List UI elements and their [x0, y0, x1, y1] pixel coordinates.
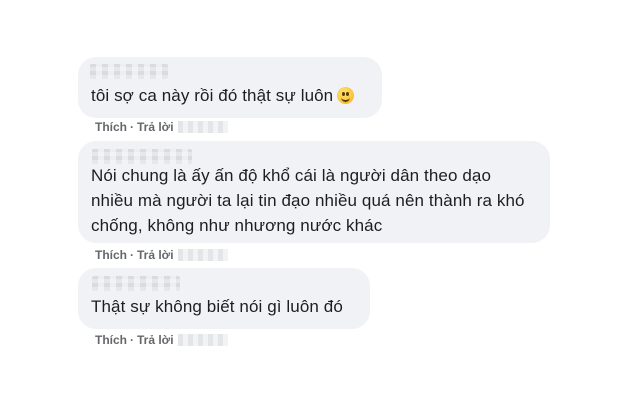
comment-actions: Thích · Trả lời [95, 333, 228, 347]
comment-actions: Thích · Trả lời [95, 120, 228, 134]
comment-thread: tôi sợ ca này rồi đó thật sự luôn Thích ·… [0, 0, 640, 400]
action-separator: · [130, 333, 134, 347]
action-separator: · [130, 120, 134, 134]
reply-button[interactable]: Trả lời [137, 333, 174, 347]
comment-text-line: chống, không như nhương nước khác [91, 216, 383, 235]
action-separator: · [130, 248, 134, 262]
timestamp-blurred[interactable] [177, 121, 228, 133]
timestamp-blurred[interactable] [177, 334, 228, 346]
comment-actions: Thích · Trả lời [95, 248, 228, 262]
author-name-blurred[interactable] [92, 276, 180, 291]
comment-text-line: Nói chung là ấy ấn độ khổ cái là người d… [91, 166, 492, 185]
like-button[interactable]: Thích [95, 333, 127, 347]
comment-text-line: nhiều mà người ta lại tin đạo nhiều quá … [91, 191, 525, 210]
smiling-face-icon [337, 87, 355, 104]
like-button[interactable]: Thích [95, 248, 127, 262]
reply-button[interactable]: Trả lời [137, 248, 174, 262]
comment-text-line: tôi sợ ca này rồi đó thật sự luôn [91, 86, 334, 105]
comment-text-line: Thật sự không biết nói gì luôn đó [91, 297, 343, 316]
author-name-blurred[interactable] [92, 149, 192, 164]
comment-text: tôi sợ ca này rồi đó thật sự luôn [91, 83, 355, 108]
timestamp-blurred[interactable] [177, 249, 228, 261]
like-button[interactable]: Thích [95, 120, 127, 134]
comment-text: Thật sự không biết nói gì luôn đó [91, 294, 343, 319]
reply-button[interactable]: Trả lời [137, 120, 174, 134]
author-name-blurred[interactable] [90, 64, 168, 79]
comment-text: Nói chung là ấy ấn độ khổ cái là người d… [91, 163, 525, 238]
